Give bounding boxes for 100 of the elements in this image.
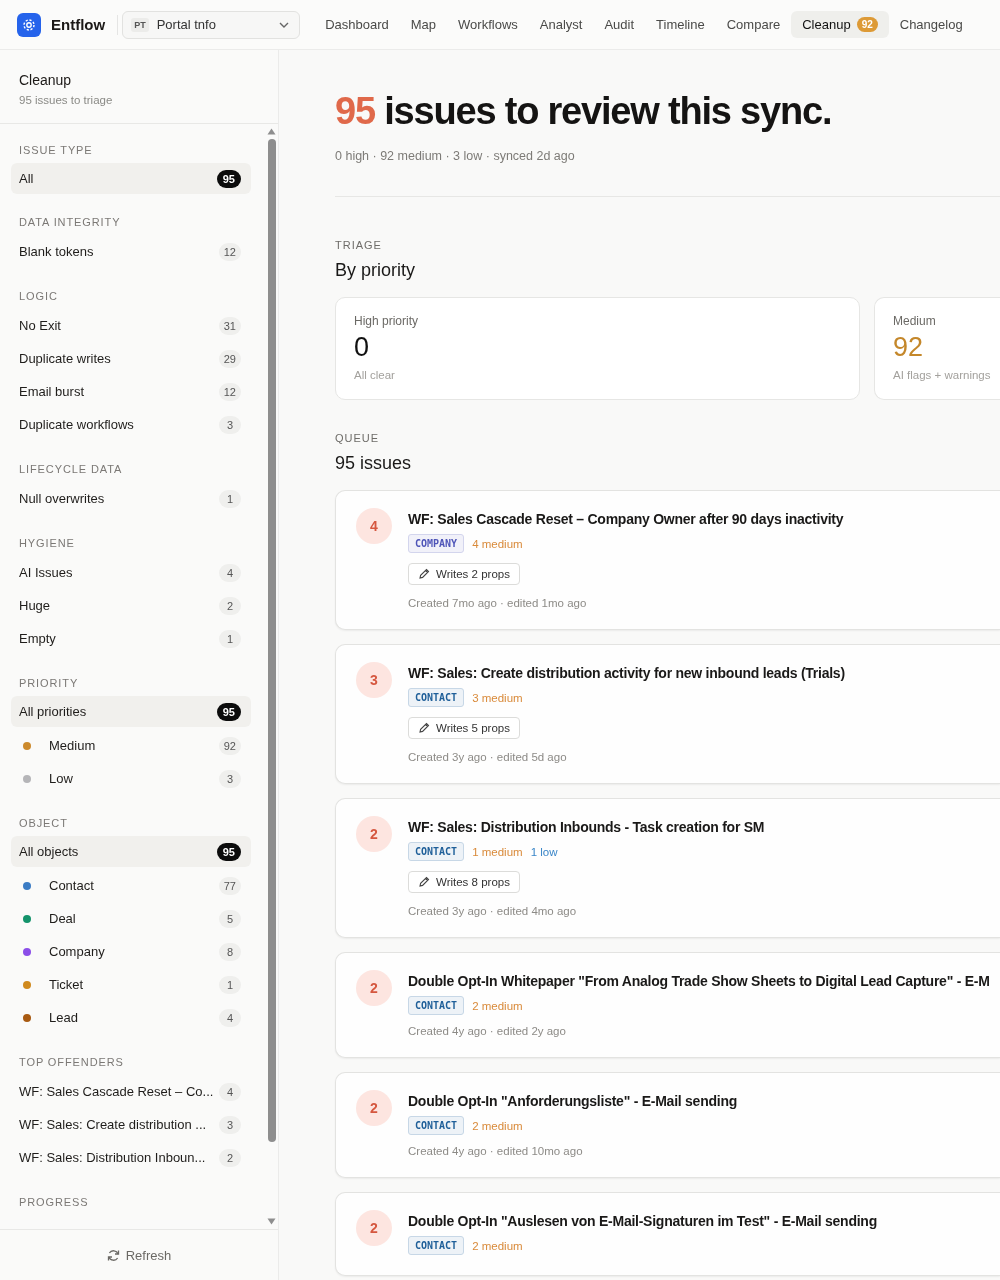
count-badge: 5	[219, 909, 241, 928]
count-badge: 3	[219, 1115, 241, 1134]
nav-tab[interactable]: Changelog	[888, 11, 974, 38]
severity-count: 1 low	[530, 845, 558, 858]
count-badge: 3	[219, 769, 241, 788]
filter-item[interactable]: Ticket 1	[11, 968, 251, 1001]
stat-value: 92	[893, 332, 925, 363]
filter-item[interactable]: Lead 4	[11, 1001, 251, 1034]
nav-tab[interactable]: Workflows	[447, 11, 529, 38]
project-avatar: PT	[131, 17, 149, 32]
section-label: HYGIENE	[18, 537, 76, 549]
issue-count: 2	[356, 970, 392, 1006]
section-label: PROGRESS	[18, 1196, 90, 1208]
filter-item[interactable]: Company 8	[11, 935, 251, 968]
sidebar-subtitle: 95 issues to triage	[19, 94, 114, 106]
section-label: LIFECYCLE DATA	[18, 463, 124, 475]
writes-button[interactable]: Writes 5 props	[408, 717, 520, 739]
object-tag: CONTACT	[408, 996, 465, 1015]
nav-tab[interactable]: Dashboard	[314, 11, 400, 38]
nav-tab[interactable]: Analyst	[528, 11, 594, 38]
chevron-down-icon	[279, 21, 290, 28]
count-badge: 4	[219, 563, 241, 582]
page-heading: 95 issues to review this sync.	[335, 90, 833, 133]
nav-tab[interactable]: Compare	[715, 11, 792, 38]
count-badge: 31	[218, 316, 241, 335]
severity-count: 4 medium	[472, 537, 523, 550]
issue-meta: Created 3y ago · edited 4mo ago	[408, 905, 578, 917]
issue-card[interactable]: 3 WF: Sales: Create distribution activity for new inbound leads (Trials) CONTACT 3 medium Writes 5 props Created 3y ago · edited 5d ago	[335, 644, 1000, 784]
section-label: QUEUE	[335, 432, 381, 444]
issue-meta: Created 4y ago · edited 10mo ago	[408, 1145, 584, 1157]
writes-button[interactable]: Writes 8 props	[408, 871, 520, 893]
issue-card[interactable]: 4 WF: Sales Cascade Reset – Company Owner after 90 days inactivity COMPANY 4 medium Writes 2 props Created 7mo ago · edited 1mo ago	[335, 490, 1000, 630]
severity-count: 2 medium	[472, 1119, 523, 1132]
filter-item[interactable]: All 95	[11, 163, 251, 194]
scroll-down-icon[interactable]	[267, 1218, 276, 1225]
issue-count: 2	[356, 816, 392, 852]
stat-note: AI flags + warnings	[893, 369, 991, 381]
project-select[interactable]: PT Portal tnfo	[122, 10, 301, 39]
filter-item[interactable]: Contact 77	[11, 869, 251, 902]
count-badge: 95	[216, 169, 241, 188]
issue-card[interactable]: 2 Double Opt-In "Auslesen von E-Mail-Signaturen im Test" - E-Mail sending CONTACT 2 medium	[335, 1192, 1000, 1276]
issue-meta: Created 3y ago · edited 5d ago	[408, 751, 568, 763]
pencil-icon	[418, 876, 430, 888]
filter-item[interactable]: No Exit 31	[11, 309, 251, 342]
nav-tab[interactable]: Timeline	[645, 11, 716, 38]
nav-tab[interactable]: Cleanup 92	[791, 11, 889, 38]
filter-item[interactable]: Duplicate writes 29	[11, 342, 251, 375]
count-badge: 8	[219, 942, 241, 961]
count-badge: 4	[219, 1082, 241, 1101]
issue-title[interactable]: WF: Sales Cascade Reset – Company Owner after 90 days inactivity	[408, 511, 844, 527]
section-label: DATA INTEGRITY	[18, 216, 122, 228]
stat-label: Medium	[893, 314, 937, 328]
issue-card[interactable]: 2 Double Opt-In "Anforderungsliste" - E-Mail sending CONTACT 2 medium Created 4y ago · edited 10mo ago	[335, 1072, 1000, 1178]
section-heading: By priority	[335, 260, 416, 281]
writes-button[interactable]: Writes 2 props	[408, 563, 520, 585]
issue-card[interactable]: 2 Double Opt-In Whitepaper "From Analog Trade Show Sheets to Digital Lead Capture" - E-M CONTACT 2 medium Created 4y ago · edited 2y ago	[335, 952, 1000, 1058]
issue-title[interactable]: WF: Sales: Create distribution activity for new inbound leads (Trials)	[408, 665, 845, 681]
count-badge: 12	[218, 242, 241, 261]
filter-item[interactable]: Null overwrites 1	[11, 482, 251, 515]
filter-item[interactable]: Blank tokens 12	[11, 235, 251, 268]
object-tag: CONTACT	[408, 688, 465, 707]
filter-item[interactable]: All objects 95	[11, 836, 251, 867]
issue-title[interactable]: WF: Sales: Distribution Inbounds - Task creation for SM	[408, 819, 765, 835]
filter-item[interactable]: All priorities 95	[11, 696, 251, 727]
filter-item[interactable]: Medium 92	[11, 729, 251, 762]
nav-tab[interactable]: Audit	[593, 11, 646, 38]
section-label: TRIAGE	[335, 239, 383, 251]
count-badge: 3	[219, 415, 241, 434]
severity-count: 1 medium	[472, 845, 523, 858]
filter-item[interactable]: WF: Sales: Distribution Inboun... 2	[11, 1141, 251, 1174]
issue-meta: Created 4y ago · edited 2y ago	[408, 1025, 567, 1037]
issue-title[interactable]: Double Opt-In Whitepaper "From Analog Trade Show Sheets to Digital Lead Capture" - E-M	[408, 973, 990, 989]
section-label: PRIORITY	[18, 677, 80, 689]
scroll-up-icon[interactable]	[267, 128, 276, 135]
gear-icon	[22, 17, 36, 32]
filter-item[interactable]: WF: Sales: Create distribution ... 3	[11, 1108, 251, 1141]
stat-value: 0	[354, 332, 371, 363]
filter-item[interactable]: Low 3	[11, 762, 251, 795]
count-badge: 95	[216, 842, 241, 861]
nav-tab[interactable]: Map	[399, 11, 448, 38]
severity-count: 2 medium	[472, 1239, 523, 1252]
object-tag: COMPANY	[408, 534, 465, 553]
issue-count: 3	[356, 662, 392, 698]
filter-item[interactable]: Huge 2	[11, 589, 251, 622]
filter-item[interactable]: AI Issues 4	[11, 556, 251, 589]
issue-card[interactable]: 2 WF: Sales: Distribution Inbounds - Task creation for SM CONTACT 1 medium 1 low Writes 8 props Created 3y ago · edited 4mo ago	[335, 798, 1000, 938]
issue-title[interactable]: Double Opt-In "Anforderungsliste" - E-Mail sending	[408, 1093, 737, 1109]
app-logo[interactable]	[17, 12, 41, 37]
filter-item[interactable]: WF: Sales Cascade Reset – Co... 4	[11, 1075, 251, 1108]
section-label: TOP OFFENDERS	[18, 1056, 125, 1068]
filter-item[interactable]: Deal 5	[11, 902, 251, 935]
issue-title[interactable]: Double Opt-In "Auslesen von E-Mail-Signaturen im Test" - E-Mail sending	[408, 1213, 877, 1229]
scrollbar-thumb[interactable]	[267, 139, 276, 1142]
count-badge: 92	[218, 736, 241, 755]
filter-item[interactable]: Email burst 12	[11, 375, 251, 408]
filter-item[interactable]: Empty 1	[11, 622, 251, 655]
refresh-button[interactable]: Refresh	[100, 1246, 178, 1264]
issue-meta: Created 7mo ago · edited 1mo ago	[408, 597, 588, 609]
issue-count: 4	[356, 508, 392, 544]
filter-item[interactable]: Duplicate workflows 3	[11, 408, 251, 441]
